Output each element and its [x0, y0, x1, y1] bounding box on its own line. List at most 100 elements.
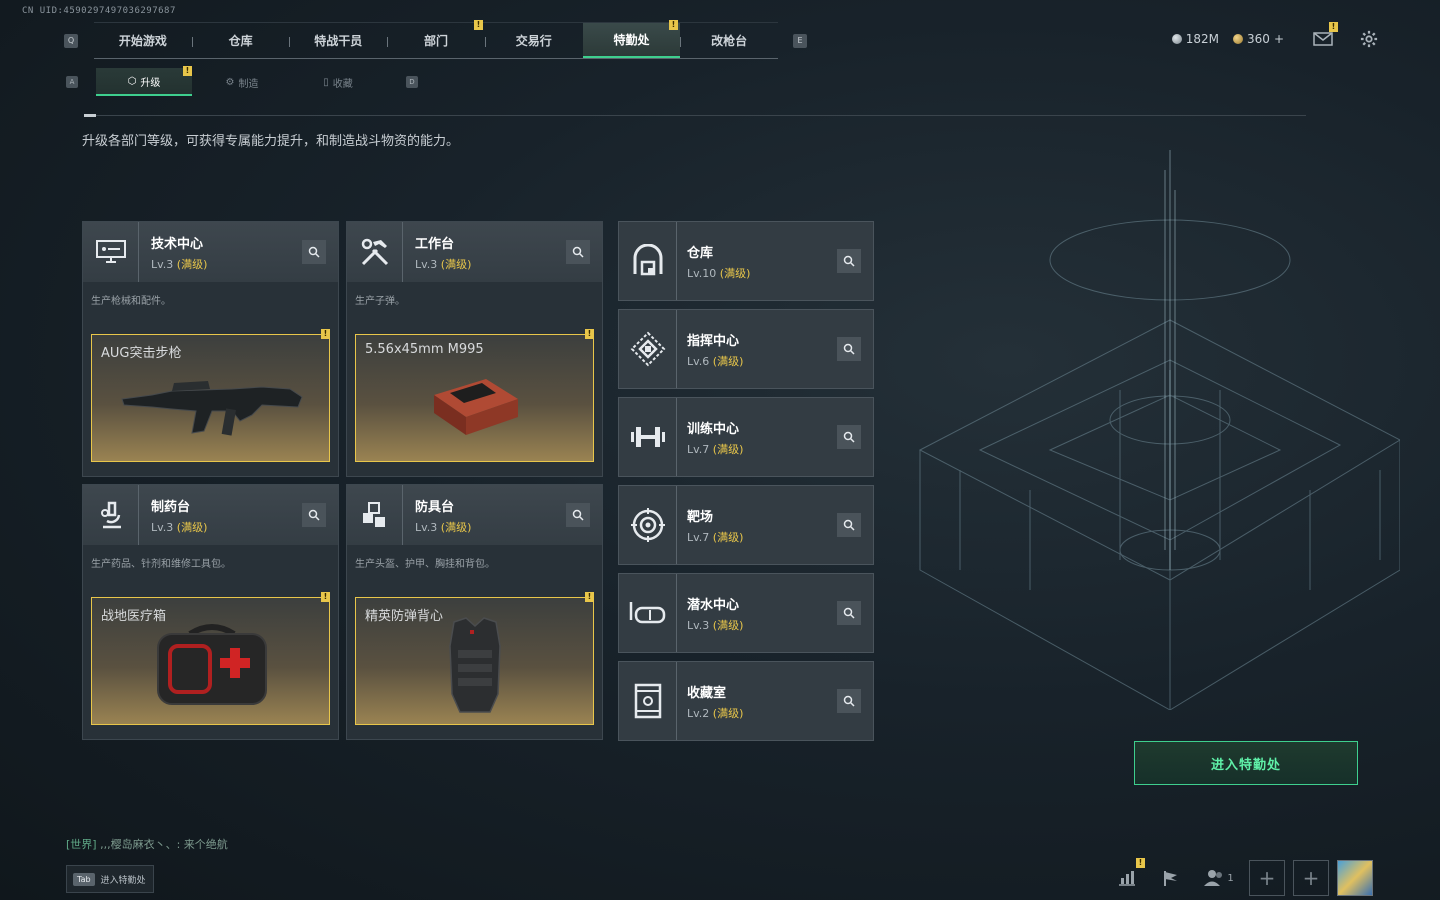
level-value: Lv.7 [687, 530, 710, 544]
building-level: Lv.7 (满级) [687, 529, 743, 545]
gold-coin-icon [1233, 34, 1244, 44]
tab-hint-label: 进入特勤处 [100, 875, 146, 886]
tab-warehouse[interactable]: 仓库 [191, 23, 290, 58]
team-button[interactable]: 1 [1197, 860, 1241, 896]
invite-slot-button[interactable]: + [1249, 860, 1285, 896]
card-name: 工作台 [415, 236, 455, 252]
building-card-shooting-range[interactable]: 靶场 Lv.7 (满级) [618, 485, 874, 565]
card-level: Lv.3 (满级) [415, 256, 471, 272]
card-description: 生产子弹。 [355, 296, 405, 307]
building-card-diving-center[interactable]: 潜水中心 Lv.3 (满级) [618, 573, 874, 653]
chat-message: ,,,樱岛麻衣丶、: 来个绝航 [100, 838, 228, 851]
max-level-badge: (满级) [712, 442, 744, 456]
team-count: 1 [1227, 872, 1234, 884]
search-icon[interactable] [837, 425, 861, 449]
building-name: 指挥中心 [687, 333, 740, 349]
subtab-collection[interactable]: ▯ 收藏 [290, 68, 386, 96]
card-header: 技术中心 Lv.3 (满级) [83, 222, 338, 282]
tab-start-game[interactable]: 开始游戏 [94, 23, 192, 58]
world-chat[interactable]: [世界] ,,,樱岛麻衣丶、: 来个绝航 [66, 836, 228, 852]
tab-trading[interactable]: 交易行 [484, 23, 583, 58]
product-slot[interactable]: AUG突击步枪 ! [91, 329, 330, 462]
building-name: 仓库 [687, 245, 714, 261]
assault-rifle-icon [121, 381, 303, 436]
tools-icon [347, 222, 403, 282]
max-level-badge: (满级) [712, 530, 744, 544]
microscope-icon [83, 485, 139, 545]
search-icon[interactable] [302, 503, 326, 527]
max-level-badge: (满级) [712, 618, 744, 632]
avatar[interactable] [1337, 860, 1373, 896]
search-icon[interactable] [302, 240, 326, 264]
card-level: Lv.3 (满级) [151, 519, 207, 535]
department-card-pharmacy[interactable]: 制药台 Lv.3 (满级) 生产药品、针剂和维修工具包。 战地医疗箱 ! [82, 484, 339, 740]
nav-key-left[interactable]: Q [64, 34, 78, 48]
building-card-warehouse[interactable]: 仓库 Lv.10 (满级) [618, 221, 874, 301]
card-header: 制药台 Lv.3 (满级) [83, 485, 338, 545]
upgrade-icon: ⬡ [127, 75, 137, 87]
building-name: 潜水中心 [687, 597, 740, 613]
hud: 182M 360 + ! [1171, 22, 1380, 50]
add-gold-button[interactable]: + [1274, 32, 1284, 46]
search-icon[interactable] [837, 601, 861, 625]
enter-special-ops-button[interactable]: 进入特勤处 [1134, 741, 1358, 785]
product-slot[interactable]: 战地医疗箱 ! [91, 592, 330, 725]
diving-mask-icon [619, 574, 677, 652]
plus-icon: + [1302, 866, 1320, 890]
subtab-label: 制造 [238, 78, 259, 90]
search-icon[interactable] [837, 249, 861, 273]
max-level-badge: (满级) [712, 706, 744, 720]
sub-key-right[interactable]: D [406, 76, 418, 88]
flag-icon[interactable] [1153, 860, 1189, 896]
product-name: 5.56x45mm M995 [365, 342, 484, 357]
search-icon[interactable] [837, 689, 861, 713]
search-icon[interactable] [837, 337, 861, 361]
notification-flag: ! [585, 592, 594, 602]
search-icon[interactable] [566, 503, 590, 527]
card-description: 生产药品、针剂和维修工具包。 [91, 559, 231, 570]
level-value: Lv.3 [151, 520, 174, 534]
tab-operators[interactable]: 特战干员 [289, 23, 387, 58]
department-card-armor[interactable]: 防具台 Lv.3 (满级) 生产头盔、护甲、胸挂和背包。 精英防弹背心 ! [346, 484, 603, 740]
tab-gunsmith[interactable]: 改枪台 [680, 23, 778, 58]
subtab-label: 收藏 [332, 78, 353, 90]
card-level: Lv.3 (满级) [415, 519, 471, 535]
building-card-training-center[interactable]: 训练中心 Lv.7 (满级) [618, 397, 874, 477]
search-icon[interactable] [837, 513, 861, 537]
sub-key-left[interactable]: A [66, 76, 78, 88]
max-level-badge: (满级) [176, 520, 208, 534]
tab-department[interactable]: 部门 [387, 23, 485, 58]
search-icon[interactable] [566, 240, 590, 264]
mail-icon[interactable]: ! [1312, 22, 1338, 50]
notification-flag: ! [669, 20, 678, 30]
page-description: 升级各部门等级，可获得专属能力提升，和制造战斗物资的能力。 [82, 134, 460, 149]
building-level: Lv.7 (满级) [687, 441, 743, 457]
uid-label: CN UID:4590297497036297687 [22, 6, 176, 16]
invite-slot-button[interactable]: + [1293, 860, 1329, 896]
product-slot[interactable]: 精英防弹背心 ! [355, 592, 594, 725]
dumbbell-icon [619, 398, 677, 476]
medical-kit-icon [157, 624, 267, 705]
sub-nav: A ⬡ 升级 ⚙ 制造 ▯ 收藏 D ! [62, 66, 422, 96]
building-card-collection-room[interactable]: 收藏室 Lv.2 (满级) [618, 661, 874, 741]
level-value: Lv.7 [687, 442, 710, 456]
max-level-badge: (满级) [440, 520, 472, 534]
base-wireframe-scene [918, 150, 1400, 710]
tab-shortcut-hint[interactable]: Tab 进入特勤处 [66, 865, 154, 893]
settings-icon[interactable] [1358, 28, 1380, 50]
building-level: Lv.2 (满级) [687, 705, 743, 721]
department-card-tech-center[interactable]: 技术中心 Lv.3 (满级) 生产枪械和配件。 AUG突击步枪 ! [82, 221, 339, 477]
gold-currency[interactable]: 360 + [1233, 32, 1284, 46]
building-level: Lv.6 (满级) [687, 353, 743, 369]
silver-currency: 182M [1171, 32, 1219, 46]
stats-icon[interactable]: ! [1109, 858, 1145, 896]
building-card-command-center[interactable]: 指挥中心 Lv.6 (满级) [618, 309, 874, 389]
subtab-craft[interactable]: ⚙ 制造 [194, 68, 290, 96]
department-card-workbench[interactable]: 工作台 Lv.3 (满级) 生产子弹。 5.56x45mm M995 ! [346, 221, 603, 477]
card-name: 技术中心 [151, 236, 204, 252]
nav-key-right[interactable]: E [793, 34, 807, 48]
subtab-upgrade[interactable]: ⬡ 升级 [96, 68, 192, 96]
product-name: 精英防弹背心 [365, 609, 444, 624]
product-slot[interactable]: 5.56x45mm M995 ! [355, 329, 594, 462]
tab-special-ops[interactable]: 特勤处 [582, 23, 681, 58]
